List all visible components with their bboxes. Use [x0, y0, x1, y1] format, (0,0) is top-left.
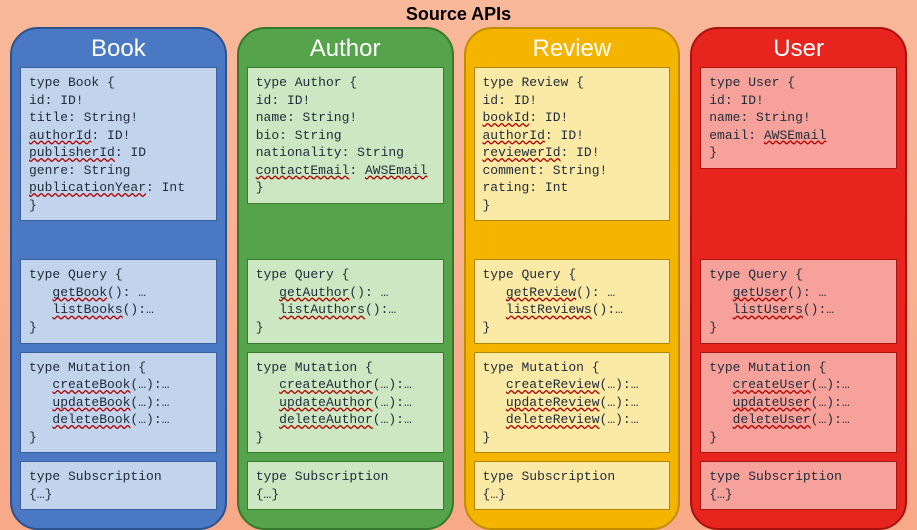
review-header: Review — [474, 35, 671, 63]
user-type-def: type User { id: ID! name: String! email:… — [700, 67, 897, 169]
user-header: User — [700, 35, 897, 63]
author-column: Author type Author { id: ID! name: Strin… — [237, 27, 454, 530]
author-subscription-def: type Subscription {…} — [247, 461, 444, 510]
author-query-def: type Query { getAuthor(): … listAuthors(… — [247, 259, 444, 343]
user-subscription-def: type Subscription {…} — [700, 461, 897, 510]
book-mutation-def: type Mutation { createBook(…):… updateBo… — [20, 352, 217, 454]
review-type-def: type Review { id: ID! bookId: ID! author… — [474, 67, 671, 221]
page-title: Source APIs — [0, 0, 917, 25]
author-mutation-def: type Mutation { createAuthor(…):… update… — [247, 352, 444, 454]
review-column: Review type Review { id: ID! bookId: ID!… — [464, 27, 681, 530]
spacer — [474, 229, 671, 259]
review-mutation-def: type Mutation { createReview(…):… update… — [474, 352, 671, 454]
book-query-def: type Query { getBook(): … listBooks():… … — [20, 259, 217, 343]
spacer — [247, 212, 444, 260]
user-mutation-def: type Mutation { createUser(…):… updateUs… — [700, 352, 897, 454]
book-header: Book — [20, 35, 217, 63]
user-query-def: type Query { getUser(): … listUsers():… … — [700, 259, 897, 343]
book-type-def: type Book { id: ID! title: String! autho… — [20, 67, 217, 221]
spacer — [20, 229, 217, 259]
book-column: Book type Book { id: ID! title: String! … — [10, 27, 227, 530]
review-subscription-def: type Subscription {…} — [474, 461, 671, 510]
author-type-def: type Author { id: ID! name: String! bio:… — [247, 67, 444, 204]
api-columns: Book type Book { id: ID! title: String! … — [0, 27, 917, 530]
book-subscription-def: type Subscription {…} — [20, 461, 217, 510]
spacer — [700, 177, 897, 260]
author-header: Author — [247, 35, 444, 63]
review-query-def: type Query { getReview(): … listReviews(… — [474, 259, 671, 343]
user-column: User type User { id: ID! name: String! e… — [690, 27, 907, 530]
